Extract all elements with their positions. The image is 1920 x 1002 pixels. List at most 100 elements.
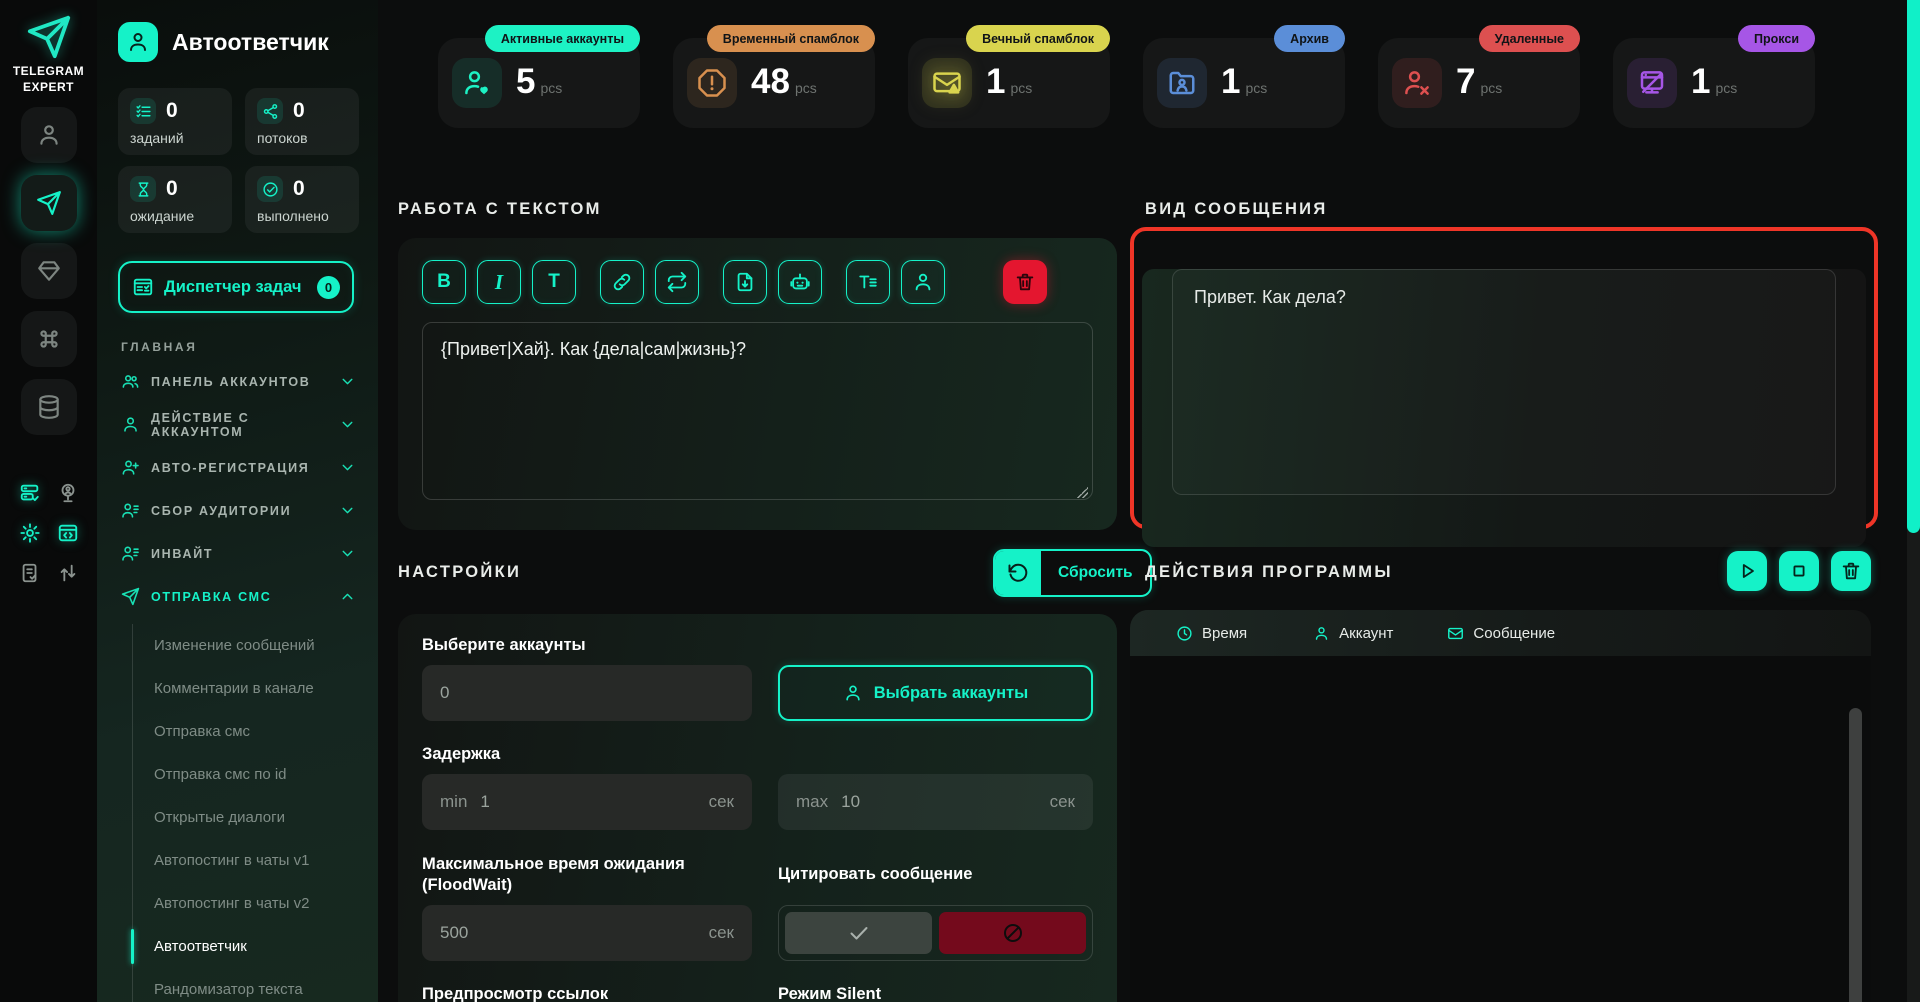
mail-icon bbox=[1447, 625, 1464, 642]
user-icon bbox=[843, 683, 863, 703]
status-card-archive[interactable]: Архив 1pcs bbox=[1143, 38, 1345, 128]
delay-max-input[interactable] bbox=[841, 792, 1049, 812]
table-scrollbar-thumb[interactable] bbox=[1849, 708, 1862, 1002]
status-badge: Вечный спамблок bbox=[966, 25, 1110, 52]
clock-icon bbox=[1176, 625, 1193, 642]
user-icon bbox=[1313, 625, 1330, 642]
code-window-icon[interactable] bbox=[56, 521, 80, 545]
sidebar-item-sms-sending[interactable]: ОТПРАВКА СМС bbox=[97, 575, 378, 618]
submenu-item-send-sms[interactable]: Отправка смс bbox=[133, 710, 378, 753]
max-prefix: max bbox=[796, 792, 828, 812]
page-scrollbar[interactable] bbox=[1907, 0, 1920, 1002]
counter-label: заданий bbox=[130, 130, 220, 146]
repeat-button[interactable] bbox=[655, 260, 699, 304]
submenu-item-open-dialogs[interactable]: Открытые диалоги bbox=[133, 796, 378, 839]
bold-button[interactable]: B bbox=[422, 260, 466, 304]
user-plus-icon bbox=[121, 458, 140, 477]
quote-toggle-off[interactable] bbox=[939, 912, 1086, 954]
quote-toggle-on[interactable] bbox=[785, 912, 932, 954]
status-value: 1pcs bbox=[1691, 62, 1737, 102]
sidebar-item-account-actions[interactable]: ДЕЙСТВИЕ С АККАУНТОМ bbox=[97, 403, 378, 446]
sidebar-item-audience-collect[interactable]: СБОР АУДИТОРИИ bbox=[97, 489, 378, 532]
rail-item-accounts[interactable] bbox=[21, 107, 77, 163]
user-icon bbox=[36, 122, 62, 148]
submenu-item-autoposting-v2[interactable]: Автопостинг в чаты v2 bbox=[133, 882, 378, 925]
link-icon bbox=[611, 271, 633, 293]
block-icon bbox=[1001, 921, 1025, 945]
counter-value: 0 bbox=[166, 177, 178, 201]
accounts-count-field[interactable] bbox=[422, 665, 752, 721]
text-button[interactable]: T bbox=[532, 260, 576, 304]
bold-icon: B bbox=[437, 271, 451, 293]
min-prefix: min bbox=[440, 792, 467, 812]
status-card-perm-spamblock[interactable]: Вечный спамблок 1pcs bbox=[908, 38, 1110, 128]
server-check-icon[interactable] bbox=[18, 481, 42, 505]
document-check-icon[interactable] bbox=[18, 561, 42, 585]
counter-value: 0 bbox=[166, 99, 178, 123]
check-icon bbox=[847, 921, 871, 945]
submenu-item-autoresponder[interactable]: Автоответчик bbox=[133, 925, 378, 968]
menu-label: ОТПРАВКА СМС bbox=[151, 590, 271, 604]
submenu-item-text-randomizer[interactable]: Рандомизатор текста bbox=[133, 968, 378, 1002]
delay-max-field[interactable]: max сек bbox=[778, 774, 1093, 830]
sidebar-item-accounts-panel[interactable]: ПАНЕЛЬ АККАУНТОВ bbox=[97, 360, 378, 403]
task-manager-badge: 0 bbox=[317, 276, 340, 299]
sidebar-header: Автоответчик bbox=[97, 0, 378, 62]
rail-item-premium[interactable] bbox=[21, 243, 77, 299]
task-manager-button[interactable]: Диспетчер задач 0 bbox=[118, 261, 354, 313]
link-preview-label: Предпросмотр ссылок bbox=[422, 985, 752, 1002]
robot-icon bbox=[789, 271, 811, 293]
gear-icon[interactable] bbox=[18, 521, 42, 545]
sidebar-item-auto-registration[interactable]: АВТО-РЕГИСТРАЦИЯ bbox=[97, 446, 378, 489]
status-card-active-accounts[interactable]: Активные аккаунты 5pcs bbox=[438, 38, 640, 128]
italic-button[interactable]: I bbox=[477, 260, 521, 304]
clear-text-button[interactable] bbox=[1003, 260, 1047, 304]
send-icon bbox=[36, 190, 62, 216]
status-badge: Удаленные bbox=[1479, 25, 1580, 52]
account-camera-icon[interactable] bbox=[56, 481, 80, 505]
status-badge: Активные аккаунты bbox=[485, 25, 640, 52]
counter-tasks: 0 заданий bbox=[118, 88, 232, 155]
table-header: Время Аккаунт Сообщение bbox=[1130, 610, 1871, 656]
stop-button[interactable] bbox=[1779, 551, 1819, 591]
floodwait-field[interactable]: сек bbox=[422, 905, 752, 961]
delay-min-field[interactable]: min сек bbox=[422, 774, 752, 830]
floodwait-input[interactable] bbox=[440, 923, 709, 943]
rotate-ccw-icon bbox=[995, 551, 1041, 595]
status-card-temp-spamblock[interactable]: Временный спамблок 48pcs bbox=[673, 38, 875, 128]
text-template-button[interactable] bbox=[846, 260, 890, 304]
sidebar-item-invite[interactable]: ИНВАЙТ bbox=[97, 532, 378, 575]
menu-label: ДЕЙСТВИЕ С АККАУНТОМ bbox=[151, 411, 328, 439]
message-preview-highlight: Привет. Как дела? bbox=[1130, 227, 1878, 529]
rail-item-database[interactable] bbox=[21, 379, 77, 435]
status-card-proxy[interactable]: Прокси 1pcs bbox=[1613, 38, 1815, 128]
user-list-icon bbox=[121, 544, 140, 563]
menu-label: АВТО-РЕГИСТРАЦИЯ bbox=[151, 461, 309, 475]
start-button[interactable] bbox=[1727, 551, 1767, 591]
select-accounts-button[interactable]: Выбрать аккаунты bbox=[778, 665, 1093, 721]
clear-log-button[interactable] bbox=[1831, 551, 1871, 591]
rail-item-tools[interactable] bbox=[21, 311, 77, 367]
accounts-count-input[interactable] bbox=[440, 683, 734, 703]
table-body bbox=[1130, 656, 1871, 1002]
message-text-input[interactable]: {Привет|Хай}. Как {дела|сам|жизнь}? bbox=[422, 322, 1093, 500]
sec-unit: сек bbox=[709, 792, 734, 812]
submenu-item-autoposting-v1[interactable]: Автопостинг в чаты v1 bbox=[133, 839, 378, 882]
italic-icon: I bbox=[495, 270, 503, 295]
menu-label: ПАНЕЛЬ АККАУНТОВ bbox=[151, 375, 311, 389]
bot-button[interactable] bbox=[778, 260, 822, 304]
reset-button[interactable]: Сбросить bbox=[993, 549, 1152, 597]
submenu-item-edit-messages[interactable]: Изменение сообщений bbox=[133, 624, 378, 667]
submenu-item-channel-comments[interactable]: Комментарии в канале bbox=[133, 667, 378, 710]
counter-done: 0 выполнено bbox=[245, 166, 359, 233]
submenu-item-send-sms-by-id[interactable]: Отправка смс по id bbox=[133, 753, 378, 796]
preview-section-title: ВИД СООБЩЕНИЯ bbox=[1145, 200, 1328, 219]
delay-min-input[interactable] bbox=[480, 792, 708, 812]
mention-user-button[interactable] bbox=[901, 260, 945, 304]
rail-item-sending[interactable] bbox=[21, 175, 77, 231]
page-scrollbar-thumb[interactable] bbox=[1907, 0, 1920, 533]
insert-file-button[interactable] bbox=[723, 260, 767, 304]
status-card-deleted[interactable]: Удаленные 7pcs bbox=[1378, 38, 1580, 128]
link-button[interactable] bbox=[600, 260, 644, 304]
swap-icon[interactable] bbox=[56, 561, 80, 585]
